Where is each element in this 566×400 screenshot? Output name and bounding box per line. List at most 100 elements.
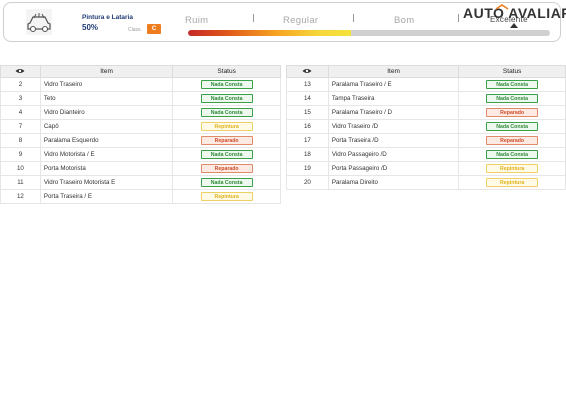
status-badge: Repintura — [200, 122, 253, 131]
eye-icon — [15, 68, 25, 73]
status-badge: Repintura — [486, 164, 539, 173]
item-name: Vidro Motorista / E — [39, 147, 174, 162]
scale-label-bom: Bom — [394, 15, 415, 26]
status-badge: Reparado — [200, 164, 253, 173]
scale-separator — [353, 14, 354, 22]
score-bar — [188, 30, 550, 36]
item-name: Vidro Traseiro — [39, 77, 174, 92]
brand-logo: AUTO AVALIAR — [463, 5, 566, 21]
table-row: 2 Vidro Traseiro Nada Consta — [0, 77, 281, 92]
item-name: Porta Traseira / E — [39, 189, 174, 204]
item-status-cell: Nada Consta — [172, 105, 281, 120]
item-number: 19 — [286, 161, 329, 176]
item-number: 20 — [286, 175, 329, 190]
table-row: 17 Porta Traseira /D Reparado — [286, 133, 566, 148]
table-row: 20 Paralama Direito Repintura — [286, 175, 566, 190]
class-badge: C — [147, 24, 161, 34]
item-name: Vidro Traseiro Motorista E — [39, 175, 174, 190]
brand-chevron-icon — [495, 4, 509, 10]
status-badge: Reparado — [486, 108, 539, 117]
table-row: 8 Paralama Esquerdo Reparado — [0, 133, 281, 148]
item-number: 11 — [0, 175, 41, 190]
item-status-cell: Nada Consta — [172, 77, 281, 92]
table-row: 4 Vidro Dianteiro Nada Consta — [0, 105, 281, 120]
table-row: 7 Capô Repintura — [0, 119, 281, 134]
status-badge: Nada Consta — [486, 122, 539, 131]
status-badge: Nada Consta — [486, 80, 539, 89]
table-row: 14 Tampa Traseira Nada Consta — [286, 91, 566, 106]
score-marker-icon — [510, 23, 518, 28]
item-status-cell: Nada Consta — [458, 119, 566, 134]
visibility-column-header — [0, 65, 41, 78]
item-status-cell: Nada Consta — [458, 77, 566, 92]
status-badge: Nada Consta — [200, 80, 253, 89]
item-status-cell: Repintura — [172, 119, 281, 134]
table-header-row: Item Status — [0, 65, 281, 78]
car-bodywork-icon — [26, 9, 52, 35]
status-badge: Nada Consta — [200, 178, 253, 187]
items-table-right: Item Status 13 Paralama Traseiro / E Nada … — [286, 65, 566, 190]
score-bar-fill — [188, 30, 351, 36]
table-row: 9 Vidro Motorista / E Nada Consta — [0, 147, 281, 162]
scale-separator — [458, 14, 459, 22]
items-table-left-body: 2 Vidro Traseiro Nada Consta 3 Teto Nada Cons… — [0, 77, 281, 204]
table-row: 13 Paralama Traseiro / E Nada Consta — [286, 77, 566, 92]
item-name: Vidro Traseiro /D — [327, 119, 460, 134]
table-row: 11 Vidro Traseiro Motorista E Nada Consta — [0, 175, 281, 190]
status-badge: Nada Consta — [486, 94, 539, 103]
category-title: Pintura e Lataria — [82, 14, 133, 21]
table-row: 10 Porta Motorista Reparado — [0, 161, 281, 176]
status-badge: Repintura — [486, 178, 539, 187]
item-name: Paralama Esquerdo — [39, 133, 174, 148]
item-number: 16 — [286, 119, 329, 134]
table-row: 16 Vidro Traseiro /D Nada Consta — [286, 119, 566, 134]
item-status-cell: Reparado — [458, 105, 566, 120]
table-row: 15 Paralama Traseiro / D Reparado — [286, 105, 566, 120]
status-badge: Nada Consta — [200, 150, 253, 159]
item-name: Paralama Direito — [327, 175, 460, 190]
item-name: Vidro Dianteiro — [39, 105, 174, 120]
table-row: 3 Teto Nada Consta — [0, 91, 281, 106]
eye-icon — [302, 68, 312, 73]
item-number: 4 — [0, 105, 41, 120]
item-status-cell: Repintura — [172, 189, 281, 204]
item-name: Capô — [39, 119, 174, 134]
status-column-header: Status — [458, 65, 566, 78]
item-number: 17 — [286, 133, 329, 148]
status-badge: Repintura — [200, 192, 253, 201]
status-badge: Reparado — [200, 136, 253, 145]
item-status-cell: Nada Consta — [172, 147, 281, 162]
item-status-cell: Nada Consta — [172, 91, 281, 106]
item-number: 14 — [286, 91, 329, 106]
item-number: 15 — [286, 105, 329, 120]
item-number: 7 — [0, 119, 41, 134]
table-row: 19 Porta Passageiro /D Repintura — [286, 161, 566, 176]
item-number: 8 — [0, 133, 41, 148]
status-badge: Nada Consta — [200, 108, 253, 117]
item-name: Paralama Traseiro / D — [327, 105, 460, 120]
item-number: 10 — [0, 161, 41, 176]
item-status-cell: Nada Consta — [172, 175, 281, 190]
item-name: Tampa Traseira — [327, 91, 460, 106]
item-status-cell: Nada Consta — [458, 147, 566, 162]
item-column-header: Item — [327, 65, 460, 78]
table-row: 18 Vidro Passageiro /D Nada Consta — [286, 147, 566, 162]
category-percentage: 50% — [82, 23, 99, 32]
item-number: 12 — [0, 189, 41, 204]
status-badge: Nada Consta — [486, 150, 539, 159]
class-label: Class. — [128, 27, 142, 33]
item-number: 3 — [0, 91, 41, 106]
status-column-header: Status — [172, 65, 281, 78]
status-badge: Nada Consta — [200, 94, 253, 103]
item-number: 2 — [0, 77, 41, 92]
evaluation-header-card: Pintura e Lataria 50% Class. C Ruim Regu… — [3, 2, 566, 42]
item-name: Porta Passageiro /D — [327, 161, 460, 176]
item-name: Vidro Passageiro /D — [327, 147, 460, 162]
scale-separator — [253, 14, 254, 22]
visibility-column-header — [286, 65, 329, 78]
item-status-cell: Reparado — [172, 133, 281, 148]
item-column-header: Item — [39, 65, 174, 78]
item-status-cell: Repintura — [458, 175, 566, 190]
status-badge: Reparado — [486, 136, 539, 145]
item-name: Porta Traseira /D — [327, 133, 460, 148]
